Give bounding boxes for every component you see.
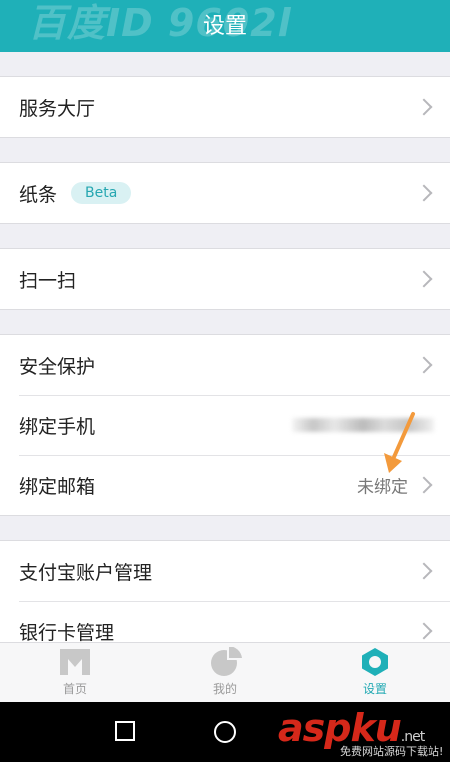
- row-label: 支付宝账户管理: [19, 561, 153, 584]
- app-header: 百度ID 9602l 设置: [0, 0, 450, 52]
- page-title: 设置: [202, 14, 247, 39]
- gear-icon: [362, 648, 388, 676]
- row-label: 绑定邮箱: [19, 475, 96, 498]
- tab-mine[interactable]: 我的: [150, 643, 300, 703]
- security-protection-row[interactable]: 安全保护: [0, 335, 450, 395]
- settings-group-1: 服务大厅: [0, 76, 450, 138]
- logo-subtitle: 免费网站源码下载站!: [340, 745, 444, 758]
- alipay-account-row[interactable]: 支付宝账户管理: [0, 541, 450, 601]
- pie-chart-icon: [211, 647, 242, 676]
- chevron-right-icon: [415, 270, 433, 288]
- row-label: 服务大厅: [19, 97, 96, 120]
- row-label: 纸条: [19, 183, 58, 206]
- settings-list: 服务大厅 纸条 Beta 扫一扫 安全保护 绑定手机 绑定邮箱 未绑定 支付宝账…: [0, 52, 450, 642]
- recents-button[interactable]: [114, 720, 136, 742]
- system-nav-bar: aspku.net 免费网站源码下载站!: [0, 702, 450, 762]
- m-logo-icon: [60, 649, 90, 675]
- chevron-right-icon: [415, 98, 433, 116]
- row-label: 安全保护: [19, 355, 96, 378]
- tab-settings[interactable]: 设置: [300, 643, 450, 703]
- chevron-right-icon: [415, 562, 433, 580]
- email-status-value: 未绑定: [357, 477, 408, 498]
- beta-badge: Beta: [71, 182, 132, 204]
- tab-label: 我的: [212, 682, 237, 696]
- settings-group-5: 支付宝账户管理 银行卡管理: [0, 540, 450, 642]
- chevron-right-icon: [415, 622, 433, 640]
- row-label: 银行卡管理: [19, 621, 115, 643]
- tab-label: 设置: [362, 682, 387, 696]
- scan-row[interactable]: 扫一扫: [0, 249, 450, 309]
- notes-row[interactable]: 纸条 Beta: [0, 163, 450, 223]
- service-hall-row[interactable]: 服务大厅: [0, 77, 450, 137]
- annotation-arrow-icon: [384, 412, 415, 473]
- settings-group-3: 扫一扫: [0, 248, 450, 310]
- row-label: 扫一扫: [19, 269, 77, 292]
- bank-card-row[interactable]: 银行卡管理: [0, 601, 450, 642]
- chevron-right-icon: [415, 356, 433, 374]
- tab-label: 首页: [62, 682, 87, 696]
- tab-home[interactable]: 首页: [0, 643, 150, 703]
- row-label: 绑定手机: [19, 415, 96, 438]
- bottom-tab-bar: 首页 我的 设置: [0, 642, 450, 703]
- settings-group-2: 纸条 Beta: [0, 162, 450, 224]
- home-button[interactable]: [213, 720, 237, 744]
- chevron-right-icon: [415, 476, 433, 494]
- chevron-right-icon: [415, 184, 433, 202]
